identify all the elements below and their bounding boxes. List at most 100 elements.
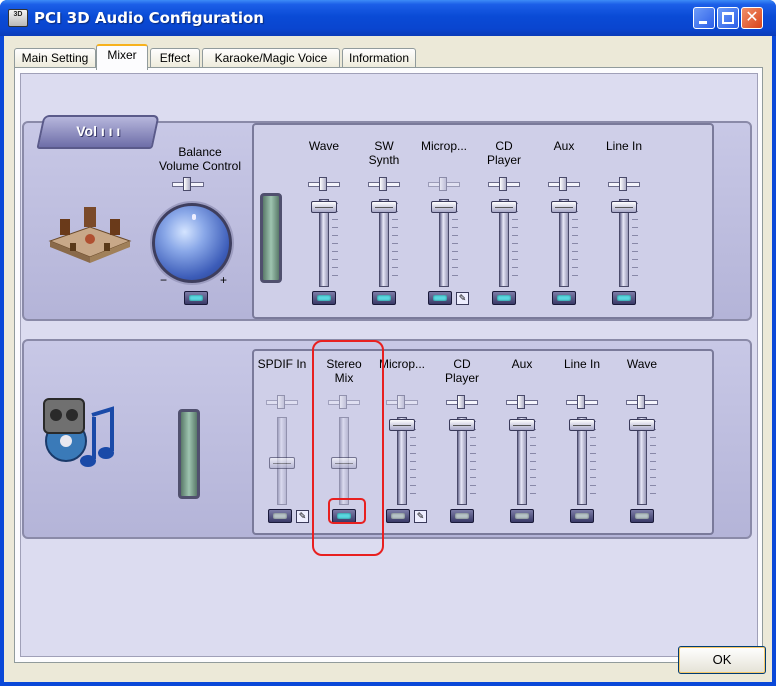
volume-thumb[interactable] (331, 457, 357, 469)
master-balance-slider[interactable] (172, 177, 204, 191)
advanced-settings-icon[interactable]: ✎ (414, 510, 427, 523)
advanced-settings-icon[interactable]: ✎ (296, 510, 309, 523)
tab-karaoke[interactable]: Karaoke/Magic Voice (202, 48, 340, 69)
balance-thumb[interactable] (517, 395, 525, 409)
balance-thumb[interactable] (457, 395, 465, 409)
tab-main-setting[interactable]: Main Setting (14, 48, 96, 69)
mute-button[interactable] (312, 291, 336, 305)
select-button[interactable] (332, 509, 356, 523)
ok-button[interactable]: OK (678, 646, 766, 674)
playback-level-meter (260, 193, 282, 283)
close-icon: ✕ (745, 9, 759, 26)
master-mute-button[interactable] (184, 291, 208, 305)
volume-ticks (332, 203, 338, 283)
volume-thumb[interactable] (431, 201, 457, 213)
volume-thumb[interactable] (551, 201, 577, 213)
recording-mixer: SPDIF In ✎ Stereo Mix Microp... ✎ CD Pla… (22, 339, 752, 539)
volume-ticks (470, 421, 476, 501)
volume-ticks (452, 203, 458, 283)
minimize-icon (699, 21, 707, 24)
master-volume-knob[interactable] (152, 203, 232, 283)
balance-thumb[interactable] (277, 395, 285, 409)
select-button[interactable] (268, 509, 292, 523)
channel-balance-slider[interactable] (386, 395, 418, 409)
channel-label: Line In (589, 139, 659, 153)
tab-effect[interactable]: Effect (150, 48, 200, 69)
record-channel-stereo-mix: Stereo Mix (314, 357, 374, 537)
volume-thumb[interactable] (509, 419, 535, 431)
mute-button[interactable] (428, 291, 452, 305)
tab-information[interactable]: Information (342, 48, 416, 69)
balance-label-line2: Volume Control (158, 159, 242, 173)
channel-balance-slider[interactable] (428, 177, 460, 191)
recording-level-meter (178, 409, 200, 499)
balance-thumb[interactable] (379, 177, 387, 191)
speaker-room-icon (48, 207, 132, 263)
app-icon: 3D (8, 9, 28, 27)
channel-balance-slider[interactable] (566, 395, 598, 409)
select-button[interactable] (510, 509, 534, 523)
select-button[interactable] (630, 509, 654, 523)
minimize-button[interactable] (693, 7, 715, 29)
volume-thumb[interactable] (389, 419, 415, 431)
volume-thumb[interactable] (371, 201, 397, 213)
balance-thumb[interactable] (339, 395, 347, 409)
volume-ticks (632, 203, 638, 283)
volume-thumb[interactable] (629, 419, 655, 431)
channel-balance-slider[interactable] (328, 395, 360, 409)
channel-balance-slider[interactable] (446, 395, 478, 409)
select-button[interactable] (570, 509, 594, 523)
tab-mixer[interactable]: Mixer (96, 44, 148, 70)
record-channel-cd-player: CD Player (432, 357, 492, 537)
playback-mixer: Vol ı ı ı Balance Volume Control − + Wav… (22, 115, 752, 321)
volume-thumb[interactable] (269, 457, 295, 469)
channel-balance-slider[interactable] (266, 395, 298, 409)
close-button[interactable]: ✕ (741, 7, 763, 29)
mute-button[interactable] (372, 291, 396, 305)
channel-label-line2: Player (444, 371, 479, 385)
balance-thumb[interactable] (637, 395, 645, 409)
select-button[interactable] (450, 509, 474, 523)
channel-balance-slider[interactable] (548, 177, 580, 191)
playback-channel-wave: Wave (294, 139, 354, 319)
advanced-settings-icon[interactable]: ✎ (456, 292, 469, 305)
channel-label-line2: Player (486, 153, 521, 167)
select-button[interactable] (386, 509, 410, 523)
balance-thumb[interactable] (559, 177, 567, 191)
record-channel-microphone: Microp... ✎ (372, 357, 432, 537)
volume-ticks (512, 203, 518, 283)
channel-label-line2: Synth (368, 153, 400, 167)
channel-balance-slider[interactable] (506, 395, 538, 409)
volume-thumb[interactable] (491, 201, 517, 213)
balance-thumb[interactable] (577, 395, 585, 409)
channel-label: Wave (607, 357, 677, 371)
channel-balance-slider[interactable] (608, 177, 640, 191)
mute-button[interactable] (492, 291, 516, 305)
volume-thumb[interactable] (311, 201, 337, 213)
balance-thumb[interactable] (319, 177, 327, 191)
playback-channel-line-in: Line In (594, 139, 654, 319)
volume-thumb[interactable] (611, 201, 637, 213)
mute-button[interactable] (552, 291, 576, 305)
mute-button[interactable] (612, 291, 636, 305)
volume-thumb[interactable] (569, 419, 595, 431)
volume-ticks (410, 421, 416, 501)
balance-thumb[interactable] (619, 177, 627, 191)
channel-label: SPDIF In (247, 357, 317, 371)
volume-thumb[interactable] (449, 419, 475, 431)
balance-thumb[interactable] (439, 177, 447, 191)
balance-thumb[interactable] (397, 395, 405, 409)
channel-balance-slider[interactable] (308, 177, 340, 191)
balance-thumb[interactable] (183, 177, 191, 191)
channel-balance-slider[interactable] (626, 395, 658, 409)
recording-music-icon (43, 398, 114, 467)
balance-thumb[interactable] (499, 177, 507, 191)
title-bar[interactable]: 3D PCI 3D Audio Configuration ✕ (0, 0, 776, 36)
volume-ticks (650, 421, 656, 501)
channel-label-line1: SPDIF In (257, 357, 307, 371)
maximize-button[interactable] (717, 7, 739, 29)
playback-channel-sw-synth: SW Synth (354, 139, 414, 319)
volume-ticks (392, 203, 398, 283)
channel-balance-slider[interactable] (488, 177, 520, 191)
channel-balance-slider[interactable] (368, 177, 400, 191)
